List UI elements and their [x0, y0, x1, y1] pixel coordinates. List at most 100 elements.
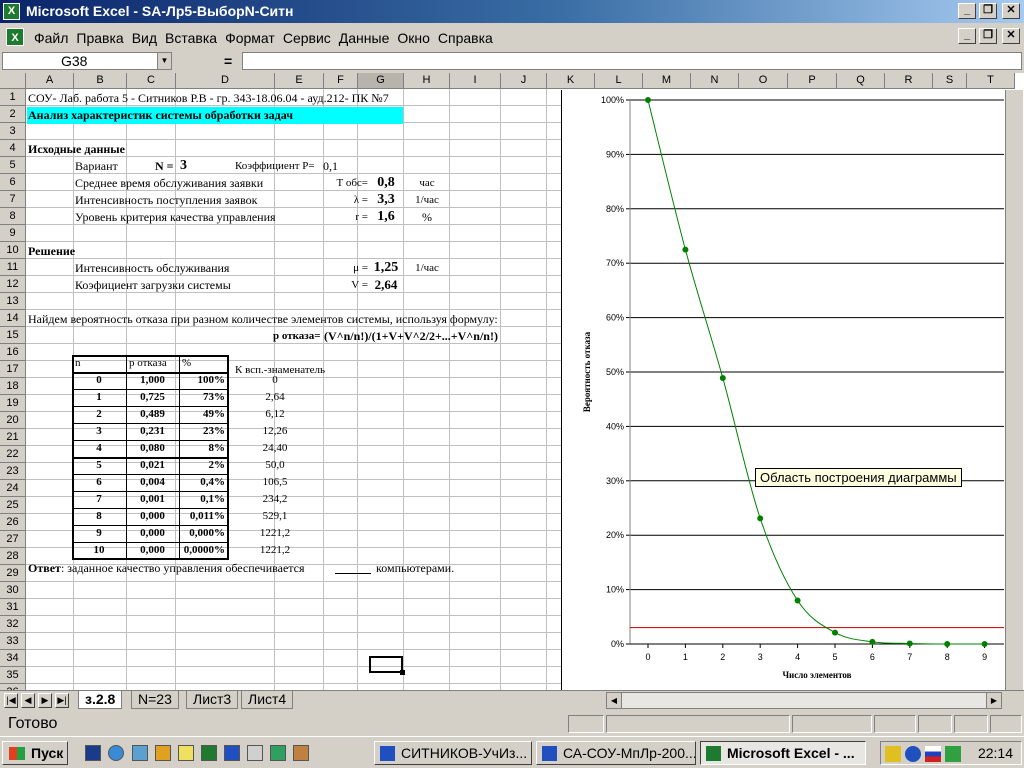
next-sheet-button[interactable]: ▶ [38, 693, 52, 708]
row-header-31[interactable]: 31 [0, 599, 26, 616]
doc-minimize-button[interactable]: _ [958, 28, 976, 44]
menu-item-3[interactable]: Вставка [165, 30, 217, 46]
solution-heading[interactable]: Решение [28, 243, 75, 260]
menu-item-7[interactable]: Окно [397, 30, 430, 46]
row-header-1[interactable]: 1 [0, 89, 26, 106]
section-title[interactable]: Анализ характеристик системы обработки з… [27, 107, 403, 124]
table-cell[interactable]: 1221,2 [230, 525, 320, 542]
media-player-icon[interactable] [155, 745, 171, 761]
column-header-s[interactable]: S [933, 73, 967, 89]
n-value[interactable]: 3 [180, 157, 187, 174]
volume-icon[interactable] [885, 746, 901, 762]
table-cell[interactable]: 1,000 [126, 372, 179, 389]
menu-item-4[interactable]: Формат [225, 30, 275, 46]
quality-level-label[interactable]: Уровень критерия качества управления [75, 209, 276, 226]
row-header-29[interactable]: 29 [0, 565, 26, 582]
table-cell[interactable]: 1 [72, 389, 126, 406]
row-header-3[interactable]: 3 [0, 123, 26, 140]
table-cell[interactable]: 0,080 [126, 440, 179, 457]
coef-value[interactable]: 0,1 [323, 158, 338, 175]
tray-app-icon[interactable] [905, 746, 921, 762]
service-time-unit[interactable]: час [405, 175, 449, 192]
table-cell[interactable]: 0,725 [126, 389, 179, 406]
chevron-down-icon[interactable]: ▼ [157, 53, 171, 69]
table-cell[interactable]: 0,021 [126, 457, 179, 474]
n-label[interactable]: N = [155, 158, 174, 175]
table-cell[interactable]: 50,0 [230, 457, 320, 474]
table-header-0[interactable]: n [75, 355, 81, 372]
task-word-1[interactable]: СИТНИКОВ-УчИз... [374, 741, 532, 765]
table-cell[interactable]: 7 [72, 491, 126, 508]
row-header-11[interactable]: 11 [0, 259, 26, 276]
sheet-heading[interactable]: СОУ- Лаб. работа 5 - Ситников Р.В - гр. … [28, 90, 389, 107]
column-header-q[interactable]: Q [837, 73, 885, 89]
arrival-rate-value[interactable]: 3,3 [369, 191, 403, 208]
table-cell[interactable]: 0,001 [126, 491, 179, 508]
row-header-8[interactable]: 8 [0, 208, 26, 225]
scroll-right-icon[interactable]: ▶ [986, 693, 1001, 708]
table-cell[interactable]: 0,0000% [179, 542, 225, 559]
column-header-c[interactable]: C [127, 73, 176, 89]
answer-line[interactable]: Ответ: заданное качество управления обес… [28, 560, 305, 577]
column-header-b[interactable]: B [74, 73, 127, 89]
menu-item-0[interactable]: Файл [34, 30, 68, 46]
start-button[interactable]: Пуск [2, 741, 68, 765]
column-header-a[interactable]: A [26, 73, 74, 89]
row-header-17[interactable]: 17 [0, 361, 26, 378]
excel-quick-icon[interactable] [201, 745, 217, 761]
sheet-tab-0[interactable]: з.2.8 [78, 691, 123, 709]
table-cell[interactable]: 100% [179, 372, 226, 389]
word-quick-icon[interactable] [224, 745, 240, 761]
vertical-scrollbar[interactable] [1005, 90, 1023, 690]
row-header-27[interactable]: 27 [0, 531, 26, 548]
input-data-heading[interactable]: Исходные данные [28, 141, 125, 158]
network-icon[interactable] [132, 745, 148, 761]
row-header-21[interactable]: 21 [0, 429, 26, 446]
column-header-g[interactable]: G [358, 73, 404, 89]
table-cell[interactable]: 234,2 [230, 491, 320, 508]
table-cell[interactable]: 23% [179, 423, 225, 440]
table-cell[interactable]: 0,489 [126, 406, 179, 423]
variant-label[interactable]: Вариант [75, 158, 118, 175]
table-cell[interactable]: 10 [72, 542, 126, 559]
row-header-10[interactable]: 10 [0, 242, 26, 259]
row-header-14[interactable]: 14 [0, 310, 26, 327]
row-header-18[interactable]: 18 [0, 378, 26, 395]
tool-icon[interactable] [293, 745, 309, 761]
scroll-left-icon[interactable]: ◀ [607, 693, 622, 708]
load-factor-label[interactable]: Коэфициент загрузки системы [75, 277, 231, 294]
internet-explorer-icon[interactable] [108, 745, 124, 761]
table-cell[interactable]: 0,000 [126, 525, 179, 542]
table-cell[interactable]: 73% [179, 389, 225, 406]
row-header-33[interactable]: 33 [0, 633, 26, 650]
service-rate-symbol[interactable]: μ = [320, 260, 368, 277]
table-cell[interactable]: 0,011% [179, 508, 225, 525]
column-header-n[interactable]: N [691, 73, 739, 89]
row-header-4[interactable]: 4 [0, 140, 26, 157]
table-cell[interactable]: 106,5 [230, 474, 320, 491]
fill-handle[interactable] [400, 670, 405, 675]
doc-close-button[interactable]: ✕ [1002, 28, 1020, 44]
column-header-t[interactable]: T [967, 73, 1015, 89]
table-cell[interactable]: 0,4% [179, 474, 225, 491]
menu-item-1[interactable]: Правка [76, 30, 123, 46]
quality-level-value[interactable]: 1,6 [369, 208, 403, 225]
quality-level-unit[interactable]: % [405, 209, 449, 226]
column-header-d[interactable]: D [176, 73, 275, 89]
first-sheet-button[interactable]: |◀ [4, 693, 18, 708]
column-header-m[interactable]: M [643, 73, 691, 89]
row-header-16[interactable]: 16 [0, 344, 26, 361]
formula-text[interactable]: (V^n/n!)/(1+V+V^2/2+...+V^n/n!) [324, 328, 498, 345]
row-header-5[interactable]: 5 [0, 157, 26, 174]
minimize-button[interactable]: _ [958, 3, 976, 19]
select-all-corner[interactable] [0, 73, 26, 89]
column-header-i[interactable]: I [450, 73, 501, 89]
service-rate-value[interactable]: 1,25 [369, 259, 403, 276]
row-header-24[interactable]: 24 [0, 480, 26, 497]
arrival-rate-symbol[interactable]: λ = [320, 192, 368, 209]
row-header-13[interactable]: 13 [0, 293, 26, 310]
table-cell[interactable]: 8% [179, 440, 226, 457]
row-header-35[interactable]: 35 [0, 667, 26, 684]
column-header-l[interactable]: L [595, 73, 643, 89]
language-flag-icon[interactable] [925, 746, 941, 762]
